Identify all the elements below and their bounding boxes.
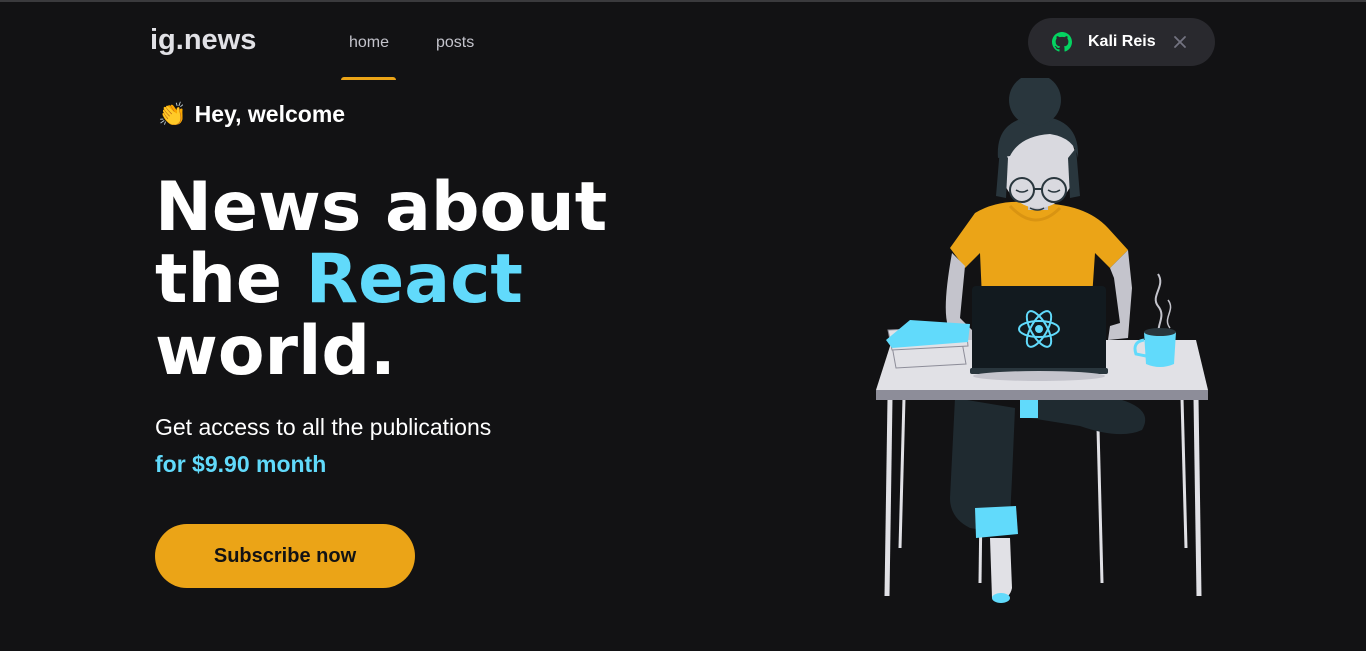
headline-line-3: world.	[155, 312, 396, 391]
signed-in-user-name: Kali Reis	[1088, 33, 1156, 50]
hero-price: for $9.90 month	[155, 451, 327, 477]
nav-active-indicator	[341, 77, 396, 80]
woman-with-laptop-illustration	[876, 78, 1208, 603]
signin-button[interactable]: Kali Reis	[1028, 18, 1215, 66]
headline-line-1: News about	[155, 168, 608, 247]
site-header: ig.news home posts Kali Reis	[0, 2, 1366, 82]
nav-posts-link[interactable]: posts	[436, 34, 474, 52]
headline-highlight: React	[305, 240, 523, 319]
nav-home-link[interactable]: home	[349, 34, 389, 52]
github-icon	[1052, 32, 1072, 52]
subscribe-button[interactable]: Subscribe now	[155, 524, 415, 588]
welcome-greeting: 👏 Hey, welcome	[158, 101, 345, 128]
clapping-hands-icon: 👏	[158, 101, 187, 127]
welcome-text: Hey, welcome	[194, 101, 346, 127]
hero-subtitle: Get access to all the publications	[155, 414, 492, 440]
headline-line-2-prefix: the	[155, 240, 306, 319]
hero-headline: News about the React world.	[155, 172, 607, 388]
logo[interactable]: ig.news	[150, 24, 256, 57]
close-icon[interactable]	[1172, 34, 1188, 50]
